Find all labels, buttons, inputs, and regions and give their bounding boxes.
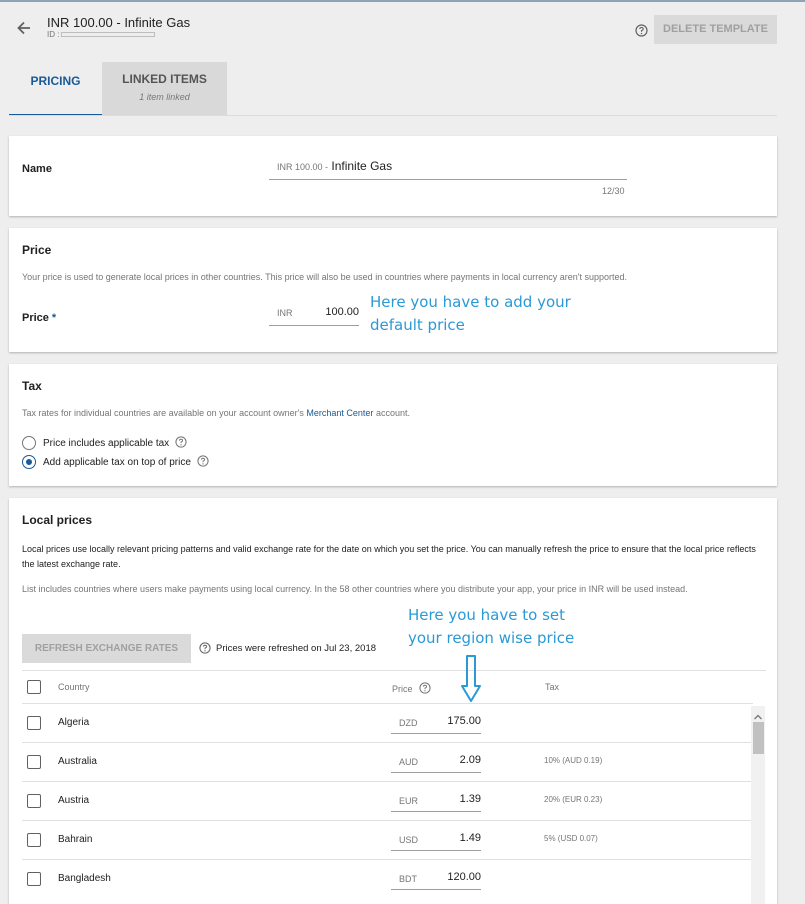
price-label: Price * bbox=[22, 312, 57, 324]
price-value: 175.00 bbox=[447, 715, 481, 727]
tax-description: Tax rates for individual countries are a… bbox=[22, 408, 410, 418]
help-icon[interactable] bbox=[197, 454, 209, 470]
tab-pricing[interactable]: PRICING bbox=[9, 62, 102, 116]
local-prices-card: Local prices Local prices use locally re… bbox=[9, 498, 777, 904]
local-price-input[interactable]: DZD 175.00 bbox=[391, 708, 481, 734]
country-name: Austria bbox=[58, 795, 90, 806]
radio-add-tax-on-top[interactable]: Add applicable tax on top of price bbox=[22, 454, 209, 470]
column-header-price: Price bbox=[392, 682, 431, 696]
help-icon[interactable] bbox=[175, 435, 187, 451]
currency-code: AUD bbox=[399, 757, 419, 767]
price-description: Your price is used to generate local pri… bbox=[22, 272, 628, 282]
country-name: Australia bbox=[58, 756, 97, 767]
local-prices-heading: Local prices bbox=[22, 513, 93, 527]
local-price-input[interactable]: BDT 120.00 bbox=[391, 864, 481, 890]
name-char-counter: 12/30 bbox=[602, 186, 625, 196]
row-checkbox[interactable] bbox=[27, 872, 41, 886]
row-checkbox[interactable] bbox=[27, 716, 41, 730]
page-title: INR 100.00 - Infinite Gas bbox=[47, 15, 191, 30]
name-card: Name INR 100.00 - Infinite Gas 12/30 bbox=[9, 136, 777, 216]
price-heading: Price bbox=[22, 243, 52, 257]
table-row: Bangladesh BDT 120.00 bbox=[22, 859, 753, 898]
price-card: Price Your price is used to generate loc… bbox=[9, 228, 777, 352]
default-price-annotation: Here you have to add your default price bbox=[370, 293, 571, 334]
name-label: Name bbox=[22, 163, 52, 175]
down-arrow-annotation-icon bbox=[461, 655, 481, 702]
row-checkbox[interactable] bbox=[27, 833, 41, 847]
price-value: 1.49 bbox=[459, 832, 481, 844]
currency-code: DZD bbox=[399, 718, 418, 728]
radio-button-selected[interactable] bbox=[22, 455, 36, 469]
back-arrow-icon[interactable] bbox=[14, 18, 34, 38]
column-header-country: Country bbox=[58, 682, 90, 692]
table-row: Australia AUD 2.09 10% (AUD 0.19) bbox=[22, 742, 753, 781]
refresh-exchange-rates-button[interactable]: REFRESH EXCHANGE RATES bbox=[22, 634, 191, 663]
tab-linked-items[interactable]: LINKED ITEMS 1 item linked bbox=[102, 62, 227, 116]
radio-button[interactable] bbox=[22, 436, 36, 450]
tax-value: 10% (AUD 0.19) bbox=[544, 756, 603, 765]
tax-value: 20% (EUR 0.23) bbox=[544, 795, 603, 804]
price-value: 2.09 bbox=[459, 754, 481, 766]
name-input[interactable]: INR 100.00 - Infinite Gas bbox=[269, 156, 627, 180]
name-prefix: INR 100.00 - bbox=[277, 162, 329, 172]
default-price-value: 100.00 bbox=[325, 306, 359, 318]
row-checkbox[interactable] bbox=[27, 794, 41, 808]
required-mark: * bbox=[51, 312, 57, 324]
default-price-input[interactable]: INR 100.00 bbox=[269, 302, 359, 326]
scrollbar-thumb[interactable] bbox=[753, 722, 764, 754]
country-name: Bangladesh bbox=[58, 873, 111, 884]
select-all-checkbox[interactable] bbox=[27, 680, 41, 694]
column-header-tax: Tax bbox=[545, 682, 560, 692]
tab-linked-items-label: LINKED ITEMS bbox=[122, 72, 207, 86]
tax-value: 5% (USD 0.07) bbox=[544, 834, 598, 843]
local-prices-note: List includes countries where users make… bbox=[22, 584, 688, 594]
radio-price-includes-tax[interactable]: Price includes applicable tax bbox=[22, 435, 187, 451]
top-bar: INR 100.00 - Infinite Gas ID : DELETE TE… bbox=[0, 0, 805, 56]
row-checkbox[interactable] bbox=[27, 755, 41, 769]
help-icon bbox=[199, 642, 211, 654]
currency-code: USD bbox=[399, 835, 419, 845]
default-price-currency: INR bbox=[277, 308, 293, 318]
merchant-center-link[interactable]: Merchant Center bbox=[306, 408, 373, 418]
table-scrollbar[interactable] bbox=[751, 706, 765, 904]
currency-code: EUR bbox=[399, 796, 419, 806]
table-top-rule bbox=[22, 670, 766, 671]
price-value: 1.39 bbox=[459, 793, 481, 805]
country-name: Algeria bbox=[58, 717, 90, 728]
help-icon[interactable] bbox=[635, 24, 648, 42]
table-row: Algeria DZD 175.00 bbox=[22, 703, 753, 742]
tab-divider bbox=[9, 115, 777, 116]
template-id: ID : bbox=[47, 30, 156, 39]
tax-card: Tax Tax rates for individual countries a… bbox=[9, 364, 777, 486]
region-price-annotation: Here you have to set your region wise pr… bbox=[408, 606, 575, 647]
local-price-input[interactable]: EUR 1.39 bbox=[391, 786, 481, 812]
local-price-input[interactable]: USD 1.49 bbox=[391, 825, 481, 851]
table-row: Austria EUR 1.39 20% (EUR 0.23) bbox=[22, 781, 753, 820]
local-prices-description: Local prices use locally relevant pricin… bbox=[22, 544, 756, 569]
tax-heading: Tax bbox=[22, 379, 42, 393]
currency-code: BDT bbox=[399, 874, 417, 884]
table-row: Bahrain USD 1.49 5% (USD 0.07) bbox=[22, 820, 753, 859]
country-name: Bahrain bbox=[58, 834, 93, 845]
tab-linked-items-count: 1 item linked bbox=[139, 92, 190, 102]
redacted-id bbox=[61, 32, 156, 38]
name-value: Infinite Gas bbox=[331, 159, 393, 173]
delete-template-button[interactable]: DELETE TEMPLATE bbox=[654, 15, 777, 44]
local-price-input[interactable]: AUD 2.09 bbox=[391, 747, 481, 773]
price-value: 120.00 bbox=[447, 871, 481, 883]
refresh-status: Prices were refreshed on Jul 23, 2018 bbox=[199, 642, 376, 654]
help-icon[interactable] bbox=[418, 682, 431, 696]
